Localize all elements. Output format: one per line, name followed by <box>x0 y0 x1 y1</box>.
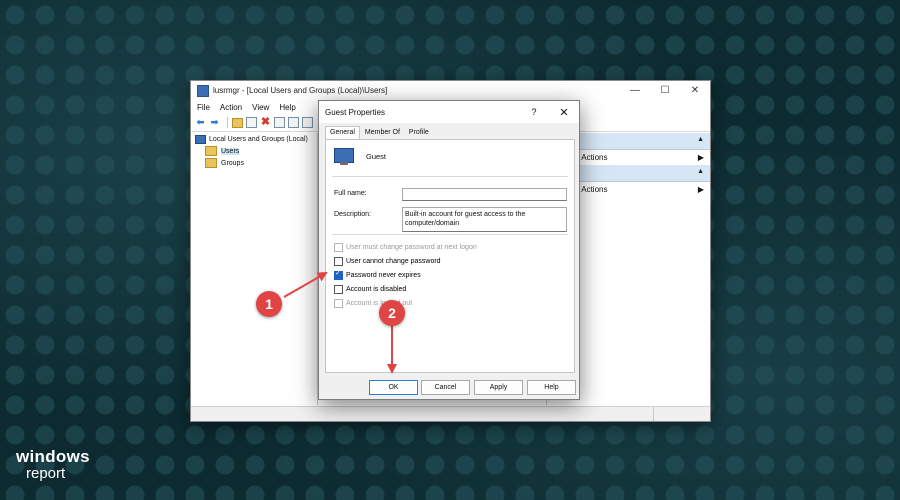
annotation-arrow-1 <box>283 272 328 298</box>
step-1-badge: 1 <box>256 291 282 317</box>
annotation-overlay <box>283 272 397 374</box>
step-2-badge: 2 <box>379 300 405 326</box>
